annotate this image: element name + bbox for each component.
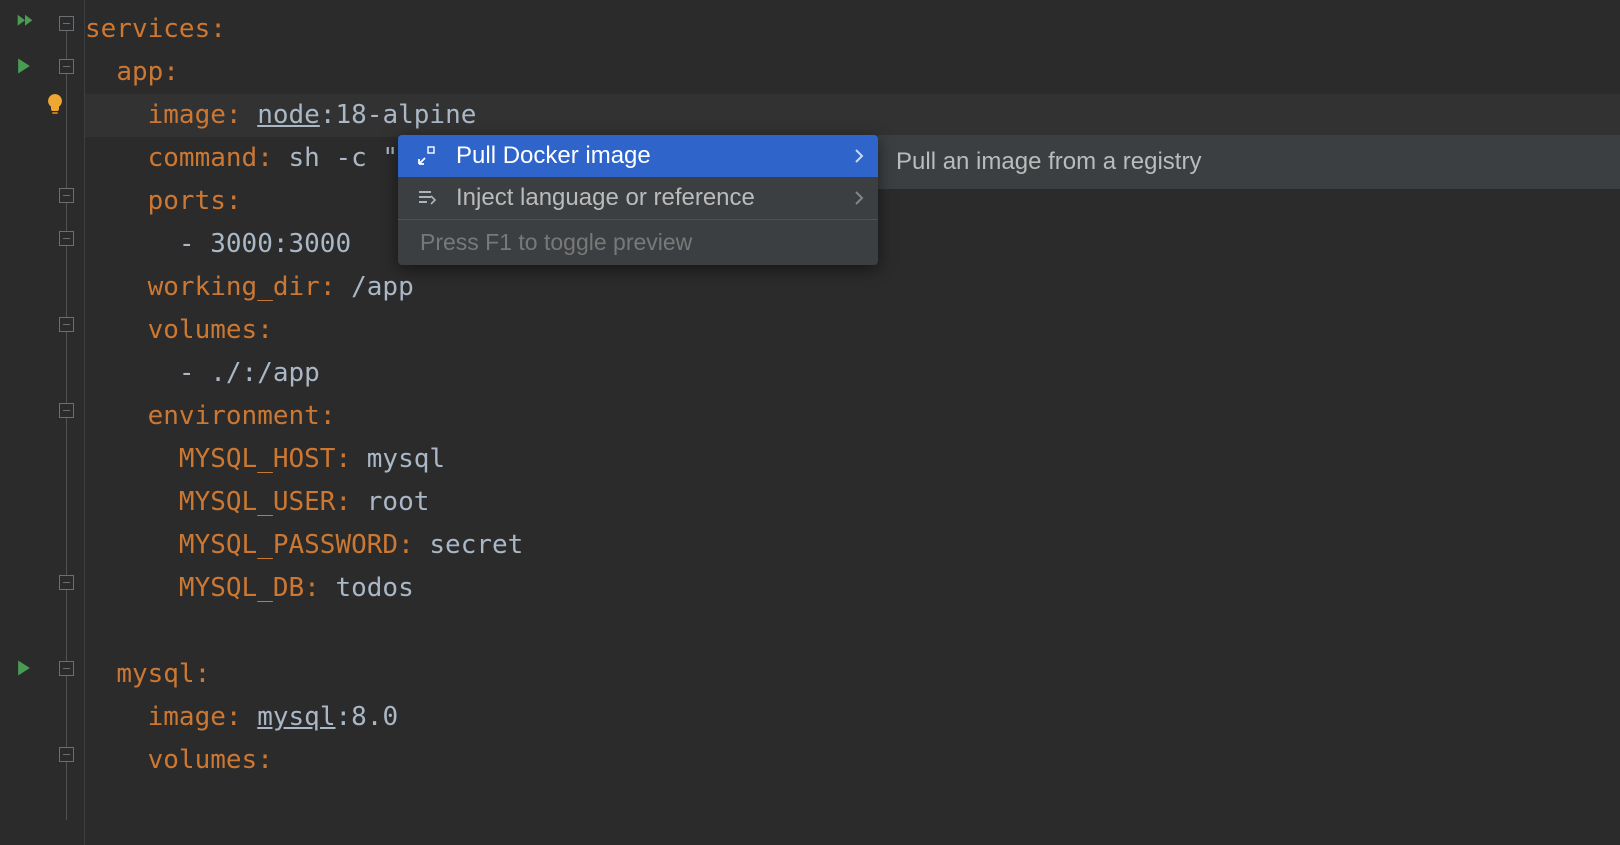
image-tag: :18-alpine: [320, 100, 477, 130]
colon: :: [226, 100, 242, 130]
colon: :: [304, 573, 320, 603]
colon: :: [335, 444, 351, 474]
colon: :: [320, 272, 336, 302]
lightbulb-icon[interactable]: [43, 92, 67, 116]
image-name: node: [257, 100, 320, 130]
yaml-value: secret: [429, 530, 523, 560]
colon: :: [335, 487, 351, 517]
yaml-key: image: [148, 702, 226, 732]
hint-panel: Pull an image from a registry: [878, 135, 1620, 189]
fold-marker[interactable]: [59, 188, 74, 203]
yaml-value: sh -c ": [289, 143, 399, 173]
code-line[interactable]: app:: [85, 51, 1620, 94]
yaml-value: root: [367, 487, 430, 517]
code-line[interactable]: environment:: [85, 395, 1620, 438]
colon: :: [226, 702, 242, 732]
fold-marker[interactable]: [59, 403, 74, 418]
fold-marker[interactable]: [59, 59, 74, 74]
yaml-key: MYSQL_HOST: [179, 444, 336, 474]
colon: :: [163, 57, 179, 87]
image-tag: :8.0: [336, 702, 399, 732]
inject-reference-icon: [414, 188, 440, 208]
yaml-key: MYSQL_PASSWORD: [179, 530, 398, 560]
editor: services: app: image: node:18-alpine com…: [0, 0, 1620, 845]
colon: :: [320, 401, 336, 431]
fold-marker[interactable]: [59, 231, 74, 246]
yaml-key: image: [148, 100, 226, 130]
code-line[interactable]: MYSQL_USER: root: [85, 481, 1620, 524]
yaml-key: environment: [148, 401, 320, 431]
popup-footer-text: Press F1 to toggle preview: [420, 229, 692, 256]
yaml-key: command: [148, 143, 258, 173]
fold-marker[interactable]: [59, 317, 74, 332]
popup-item-pull-docker[interactable]: Pull Docker image: [398, 135, 878, 177]
hint-text: Pull an image from a registry: [896, 148, 1201, 176]
run-all-icon[interactable]: [14, 12, 36, 34]
colon: :: [257, 315, 273, 345]
chevron-right-icon: [854, 191, 864, 205]
yaml-value: /app: [351, 272, 414, 302]
code-line[interactable]: volumes:: [85, 309, 1620, 352]
image-name: mysql: [257, 702, 335, 732]
yaml-key: mysql: [116, 659, 194, 689]
code-line[interactable]: MYSQL_DB: todos: [85, 567, 1620, 610]
yaml-value: todos: [335, 573, 413, 603]
yaml-key: services: [85, 14, 210, 44]
colon: :: [195, 659, 211, 689]
yaml-value: mysql: [367, 444, 445, 474]
colon: :: [210, 14, 226, 44]
code-line[interactable]: MYSQL_PASSWORD: secret: [85, 524, 1620, 567]
yaml-key: working_dir: [148, 272, 320, 302]
yaml-key: app: [116, 57, 163, 87]
fold-column: [55, 0, 85, 845]
code-line[interactable]: - ./:/app: [85, 352, 1620, 395]
fold-marker[interactable]: [59, 575, 74, 590]
code-area[interactable]: services: app: image: node:18-alpine com…: [85, 0, 1620, 845]
fold-marker[interactable]: [59, 16, 74, 31]
yaml-value: - ./:/app: [179, 358, 320, 388]
chevron-right-icon: [854, 149, 864, 163]
docker-pull-icon: [414, 146, 440, 166]
yaml-key: volumes: [148, 315, 258, 345]
code-line[interactable]: volumes:: [85, 739, 1620, 782]
colon: :: [226, 186, 242, 216]
popup-item-inject-language[interactable]: Inject language or reference: [398, 177, 878, 219]
intention-popup: Pull Docker image Inject language or ref…: [398, 135, 878, 265]
popup-item-label: Pull Docker image: [456, 142, 651, 170]
run-icon[interactable]: [14, 658, 36, 680]
colon: :: [257, 143, 273, 173]
popup-footer: Press F1 to toggle preview: [398, 219, 878, 265]
run-icon[interactable]: [14, 56, 36, 78]
yaml-value: - 3000:3000: [179, 229, 351, 259]
gutter: [0, 0, 55, 845]
code-line-active[interactable]: image: node:18-alpine: [85, 94, 1620, 137]
yaml-key: MYSQL_USER: [179, 487, 336, 517]
colon: :: [257, 745, 273, 775]
yaml-key: MYSQL_DB: [179, 573, 304, 603]
fold-guide: [66, 30, 67, 820]
code-line[interactable]: image: mysql:8.0: [85, 696, 1620, 739]
yaml-key: ports: [148, 186, 226, 216]
code-line[interactable]: services:: [85, 8, 1620, 51]
code-line[interactable]: [85, 610, 1620, 653]
yaml-key: volumes: [148, 745, 258, 775]
code-line[interactable]: mysql:: [85, 653, 1620, 696]
colon: :: [398, 530, 414, 560]
fold-marker[interactable]: [59, 661, 74, 676]
code-line[interactable]: working_dir: /app: [85, 266, 1620, 309]
code-line[interactable]: MYSQL_HOST: mysql: [85, 438, 1620, 481]
fold-marker[interactable]: [59, 747, 74, 762]
popup-item-label: Inject language or reference: [456, 184, 755, 212]
